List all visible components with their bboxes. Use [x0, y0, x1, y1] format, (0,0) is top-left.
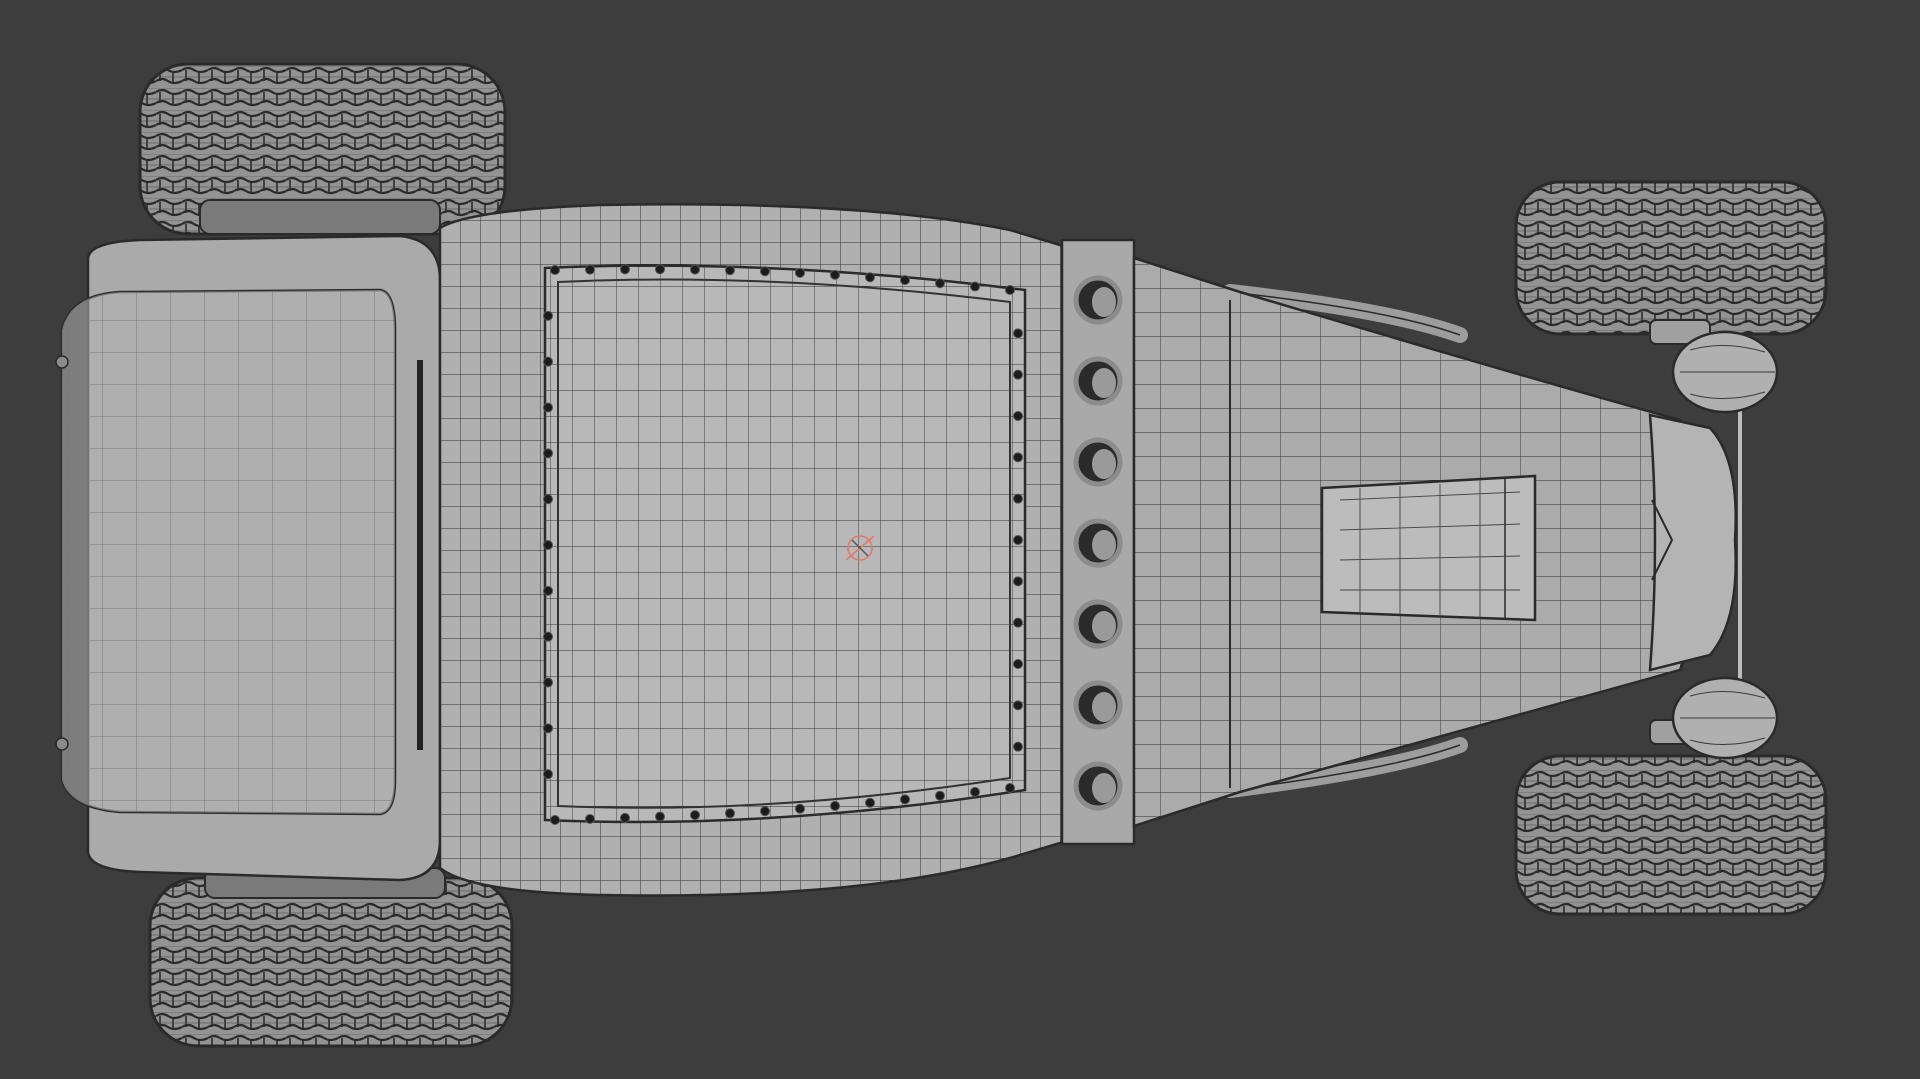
bolt: [1013, 659, 1023, 669]
cab-roof[interactable]: [55, 234, 442, 882]
bolt: [543, 356, 553, 367]
vent-louver: [1092, 611, 1116, 641]
bolt: [543, 402, 553, 413]
bolt: [1005, 783, 1015, 793]
bolt: [543, 585, 553, 596]
bolt: [725, 265, 735, 276]
bolt: [795, 803, 805, 814]
deck-panel[interactable]: [543, 264, 1027, 825]
hood-scoop[interactable]: [1320, 474, 1537, 622]
bolt: [1013, 452, 1023, 463]
front-left-tire[interactable]: [1514, 754, 1828, 916]
bolt: [655, 264, 665, 275]
bolt: [543, 448, 553, 459]
bolt: [865, 272, 875, 283]
bolt: [690, 264, 700, 275]
bolt: [1013, 328, 1023, 339]
bolt: [1013, 700, 1023, 711]
bolt: [1013, 617, 1023, 628]
bolt: [620, 264, 630, 275]
bolt: [970, 786, 980, 797]
bolt: [1013, 411, 1023, 421]
bolt: [543, 677, 553, 688]
bolt: [585, 264, 595, 275]
bolt: [1005, 285, 1015, 295]
bolt: [543, 310, 553, 321]
vent-louver: [1092, 368, 1116, 398]
headlight-left[interactable]: [1671, 676, 1779, 760]
bolt: [760, 806, 770, 817]
vent-louver: [1092, 530, 1116, 560]
vent-louver: [1092, 287, 1116, 317]
bolt: [543, 723, 553, 734]
rear-left-tire[interactable]: [148, 867, 514, 1048]
bolt: [935, 790, 945, 801]
bolt: [760, 266, 770, 277]
bolt: [1013, 576, 1023, 587]
grille[interactable]: [1648, 413, 1737, 672]
bolt: [585, 813, 595, 824]
front-right-tire[interactable]: [1514, 180, 1828, 336]
firewall-vents[interactable]: [1060, 238, 1136, 846]
bolt: [900, 275, 910, 286]
bolt: [900, 794, 910, 805]
bolt: [550, 815, 560, 825]
bolt: [543, 494, 553, 505]
bolt: [865, 797, 875, 808]
bolt: [830, 269, 840, 280]
bolt: [1013, 369, 1023, 380]
bolt: [1013, 741, 1023, 752]
headlight-right[interactable]: [1671, 330, 1779, 414]
bolt: [543, 631, 553, 642]
bolt: [543, 540, 553, 550]
bolt: [690, 810, 700, 821]
bolt: [795, 267, 805, 278]
bolt: [550, 265, 560, 275]
rear-right-tire[interactable]: [138, 62, 507, 236]
bolt: [935, 278, 945, 289]
bolt: [1013, 535, 1023, 545]
bolt: [655, 811, 665, 822]
bolt: [1013, 493, 1023, 504]
bolt: [970, 281, 980, 292]
3d-viewport[interactable]: [0, 0, 1920, 1079]
bolt: [725, 808, 735, 819]
viewport-canvas[interactable]: [0, 0, 1920, 1079]
bolt: [830, 800, 840, 811]
vent-louver: [1092, 692, 1116, 722]
bolt: [543, 769, 553, 780]
vent-louver: [1092, 449, 1116, 479]
bolt: [620, 812, 630, 823]
vent-louver: [1092, 773, 1116, 803]
